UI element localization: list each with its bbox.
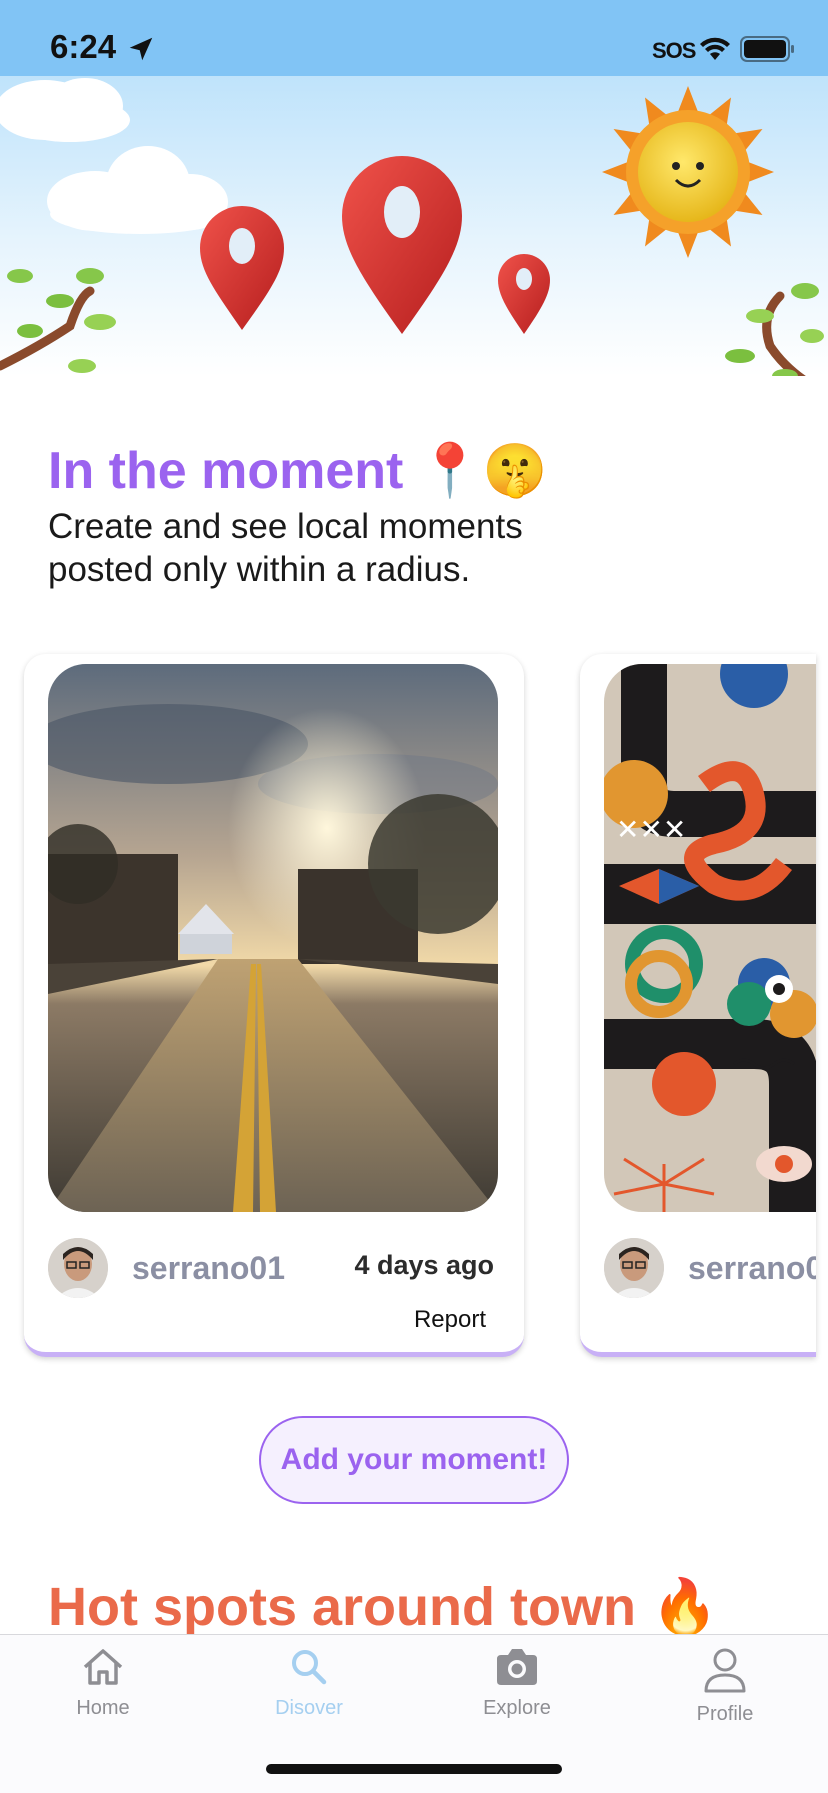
section-subtitle-moments: Create and see local moments posted only… (48, 507, 523, 589)
branch-icon (0, 268, 116, 373)
svg-text:✕✕✕: ✕✕✕ (616, 813, 686, 846)
section-title-hot-spots: Hot spots around town 🔥 (48, 1577, 719, 1637)
camera-icon (497, 1649, 537, 1685)
sun-icon (602, 86, 774, 258)
tab-label: Home (76, 1697, 130, 1719)
map-pin-icon (498, 254, 550, 334)
post-time: 4 days ago (354, 1250, 494, 1280)
home-icon (83, 1649, 123, 1685)
hero-illustration (0, 76, 828, 376)
home-indicator[interactable] (266, 1764, 562, 1774)
wifi-icon (700, 37, 730, 60)
tab-explore[interactable]: Explore (442, 1647, 592, 1720)
status-bar: 6:24 SOS (0, 0, 828, 76)
search-icon (292, 1650, 327, 1685)
avatar[interactable] (48, 1238, 108, 1298)
location-arrow-icon (129, 37, 153, 61)
tab-label: Disover (275, 1697, 343, 1719)
user-photo (48, 1238, 108, 1298)
moment-photo[interactable] (48, 664, 498, 1212)
map-pin-icon (200, 206, 284, 330)
branch-icon (725, 283, 824, 376)
user-photo (604, 1238, 664, 1298)
map-pin-icon (342, 156, 462, 334)
report-button[interactable]: Report (414, 1306, 486, 1334)
hero-art (0, 78, 824, 376)
cloud-icon (47, 146, 230, 234)
status-sos: SOS (652, 38, 696, 63)
street-sunset-photo (48, 664, 498, 1212)
battery-icon (740, 36, 794, 62)
section-title-moments: In the moment 📍🤫 (48, 442, 548, 500)
tab-profile[interactable]: Profile (650, 1647, 800, 1726)
moment-photo[interactable]: ✕✕✕ (604, 664, 816, 1212)
tab-label: Profile (696, 1703, 754, 1725)
tab-home[interactable]: Home (28, 1647, 178, 1720)
person-icon (704, 1648, 746, 1693)
abstract-art-photo: ✕✕✕ (604, 664, 816, 1212)
username[interactable]: serrano01 (132, 1250, 285, 1287)
moment-card[interactable]: serrano01 4 days ago Report (24, 654, 524, 1357)
cloud-icon (0, 78, 130, 142)
tab-discover[interactable]: Disover (234, 1647, 384, 1720)
tab-label: Explore (483, 1697, 551, 1719)
username[interactable]: serrano0 (688, 1250, 816, 1287)
moment-card[interactable]: ✕✕✕ serrano0 (580, 654, 816, 1357)
add-moment-button[interactable]: Add your moment! (259, 1416, 569, 1504)
status-time: 6:24 (50, 28, 117, 65)
avatar[interactable] (604, 1238, 664, 1298)
